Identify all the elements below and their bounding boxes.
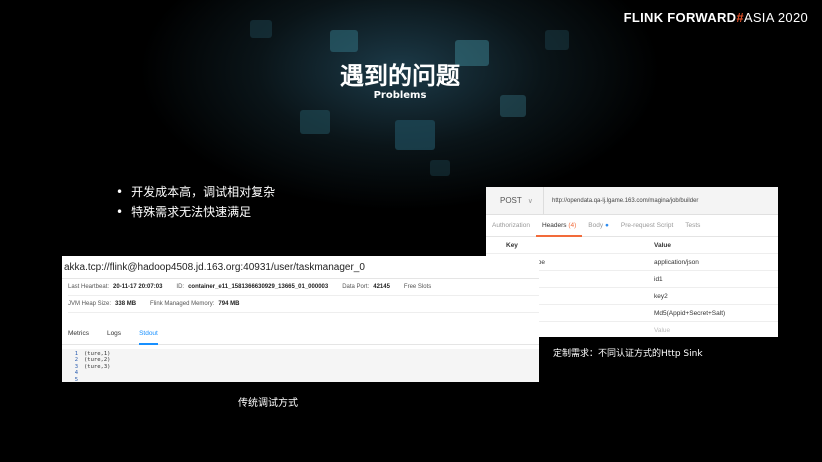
bg-block bbox=[330, 30, 358, 52]
bg-block bbox=[300, 110, 330, 134]
method-select[interactable]: POST ∨ bbox=[486, 187, 544, 214]
url-input[interactable]: http://opendata.qa-lj.lgame.163.com/magi… bbox=[544, 198, 698, 204]
modified-dot-icon: ● bbox=[604, 221, 609, 229]
tab-body[interactable]: Body ● bbox=[582, 215, 615, 237]
id-value: container_e11_1581366630929_13665_01_000… bbox=[188, 284, 329, 290]
tab-authorization[interactable]: Authorization bbox=[486, 215, 536, 237]
flink-taskmanager-panel: akka.tcp://flink@hadoop4508.jd.163.org:4… bbox=[62, 256, 539, 382]
url-bar: POST ∨ http://opendata.qa-lj.lgame.163.c… bbox=[486, 187, 778, 215]
tab-headers-label: Headers bbox=[541, 221, 567, 229]
data-port-label: Data Port: bbox=[342, 284, 370, 290]
brand-suffix: ASIA 2020 bbox=[743, 10, 808, 25]
tab-prerequest-script[interactable]: Pre-request Script bbox=[615, 215, 679, 237]
bg-block bbox=[250, 20, 272, 38]
line-number: 5 bbox=[74, 376, 78, 382]
new-value-input[interactable]: Value bbox=[654, 327, 778, 334]
bg-block bbox=[395, 120, 435, 150]
taskmanager-tabs: Metrics Logs Stdout bbox=[62, 323, 539, 345]
bg-block bbox=[545, 30, 569, 50]
tab-stdout[interactable]: Stdout bbox=[139, 323, 158, 345]
caption-http-sink: 定制需求：不同认证方式的Http Sink bbox=[553, 349, 703, 359]
tab-headers-count: (4) bbox=[568, 221, 577, 229]
brand-name: FLINK FORWARD bbox=[623, 10, 737, 25]
page-subtitle: Problems bbox=[373, 90, 427, 101]
managed-memory-value: 794 MB bbox=[218, 301, 240, 307]
line-text: (ture,3) bbox=[84, 363, 111, 370]
data-port-value: 42145 bbox=[373, 284, 390, 290]
column-value: Value bbox=[654, 241, 671, 249]
headers-table-header: Key Value bbox=[486, 237, 778, 254]
bullet-item: 开发成本高，调试相对复杂 bbox=[116, 182, 275, 202]
bullet-list: 开发成本高，调试相对复杂 特殊需求无法快速满足 bbox=[116, 182, 275, 222]
taskmanager-title: akka.tcp://flink@hadoop4508.jd.163.org:4… bbox=[62, 256, 539, 279]
jvm-heap-label: JVM Heap Size: bbox=[68, 301, 112, 307]
tab-logs[interactable]: Logs bbox=[107, 323, 121, 345]
header-value[interactable]: Md5(Appid+Secret+Salt) bbox=[654, 310, 778, 317]
heartbeat-label: Last Heartbeat: bbox=[68, 284, 110, 290]
heartbeat-value: 20-11-17 20:07:03 bbox=[113, 284, 163, 290]
column-key: Key bbox=[506, 241, 518, 249]
header-value[interactable]: id1 bbox=[654, 276, 778, 283]
bg-block bbox=[430, 160, 450, 176]
tab-tests[interactable]: Tests bbox=[679, 215, 706, 237]
brand-hash: # bbox=[736, 10, 744, 25]
method-label: POST bbox=[500, 196, 522, 205]
header-value[interactable]: key2 bbox=[654, 293, 778, 300]
chevron-down-icon: ∨ bbox=[527, 197, 533, 205]
page-title: 遇到的问题 bbox=[340, 62, 460, 90]
stdout-log: 1 (ture,1) 2 (ture,2) 3 (ture,3) 4 5 bbox=[62, 349, 539, 382]
tab-headers[interactable]: Headers (4) bbox=[535, 215, 583, 237]
header-value[interactable]: application/json bbox=[654, 259, 778, 266]
request-tabs: Authorization Headers (4) Body ● Pre-req… bbox=[486, 215, 778, 237]
log-line: 5 bbox=[62, 377, 539, 382]
managed-memory-label: Flink Managed Memory: bbox=[150, 301, 215, 307]
bullet-item: 特殊需求无法快速满足 bbox=[116, 202, 275, 222]
id-label: ID: bbox=[176, 284, 185, 290]
brand-logo: FLINK FORWARD#ASIA 2020 bbox=[624, 10, 808, 25]
taskmanager-info: Last Heartbeat: 20-11-17 20:07:03 ID: cont… bbox=[62, 279, 539, 313]
caption-traditional-debug: 传统调试方式 bbox=[238, 398, 298, 409]
tab-body-label: Body bbox=[588, 221, 604, 229]
free-slots-label: Free Slots bbox=[403, 284, 432, 290]
jvm-heap-value: 338 MB bbox=[115, 301, 137, 307]
tab-metrics[interactable]: Metrics bbox=[68, 323, 89, 345]
